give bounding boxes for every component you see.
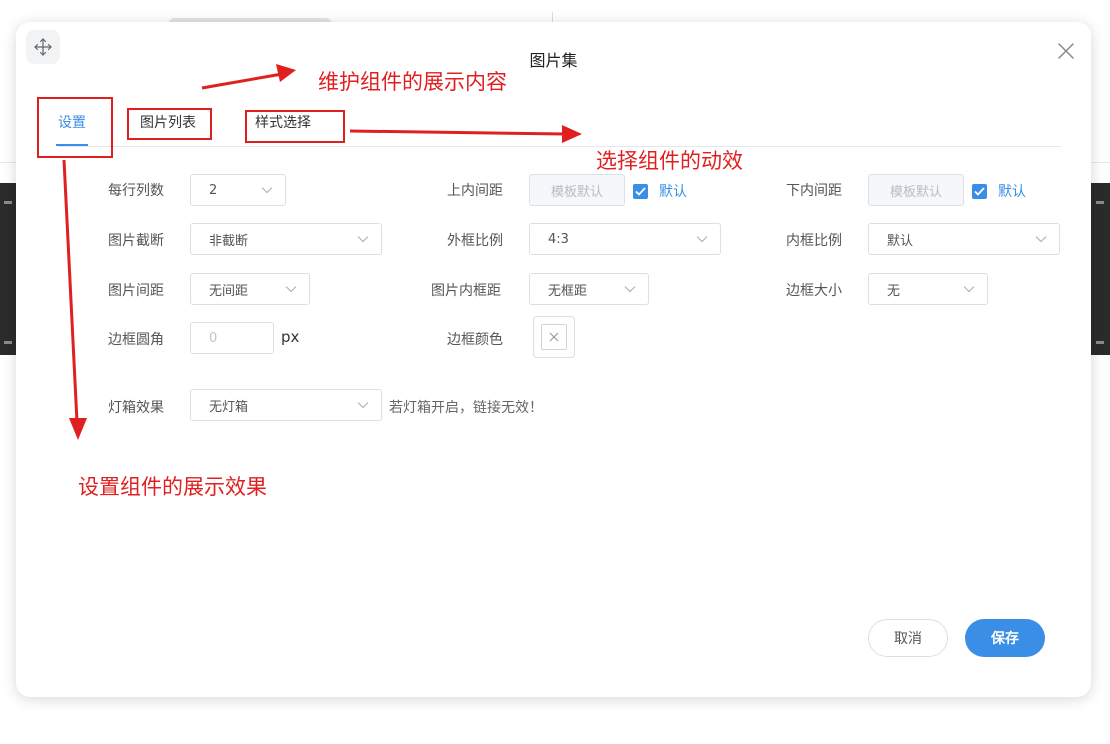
background-dark-panel-right xyxy=(1090,183,1110,355)
chevron-down-icon xyxy=(624,286,636,293)
lightbox-hint: 若灯箱开启，链接无效！ xyxy=(389,400,543,416)
bottom-padding-input[interactable]: 模板默认 xyxy=(868,174,964,206)
border-size-value: 无 xyxy=(887,283,901,299)
top-padding-input[interactable]: 模板默认 xyxy=(529,174,625,206)
annotation-image-list-note: 维护组件的展示内容 xyxy=(318,70,507,94)
inner-ratio-label: 内框比例 xyxy=(786,233,842,249)
close-button[interactable] xyxy=(1055,40,1077,62)
crop-label: 图片截断 xyxy=(108,233,164,249)
border-size-select[interactable]: 无 xyxy=(868,273,988,305)
radius-unit: px xyxy=(281,328,300,346)
radius-input[interactable]: 0 xyxy=(190,322,274,354)
bottom-default-checkbox[interactable]: 默认 xyxy=(972,181,1026,201)
chevron-down-icon xyxy=(963,286,975,293)
annotation-settings-note: 设置组件的展示效果 xyxy=(78,475,267,499)
annotation-box-image-list-tab xyxy=(127,108,212,140)
border-color-picker[interactable] xyxy=(533,316,575,358)
checkbox-checked-icon xyxy=(972,183,987,199)
lightbox-label: 灯箱效果 xyxy=(108,400,164,416)
bottom-padding-placeholder: 模板默认 xyxy=(889,184,942,200)
per-row-label: 每行列数 xyxy=(108,183,164,199)
chevron-down-icon xyxy=(357,402,369,409)
chevron-down-icon xyxy=(1035,236,1047,243)
chevron-down-icon xyxy=(261,187,273,194)
border-size-label: 边框大小 xyxy=(786,283,842,299)
save-button[interactable]: 保存 xyxy=(965,619,1045,657)
inner-padding-select[interactable]: 无框距 xyxy=(529,273,649,305)
inner-padding-value: 无框距 xyxy=(548,283,588,299)
per-row-value: 2 xyxy=(209,182,218,198)
crop-select[interactable]: 非截断 xyxy=(190,223,382,255)
radius-value: 0 xyxy=(209,330,218,346)
tab-underline xyxy=(58,146,1061,147)
checkbox-checked-icon xyxy=(633,183,648,199)
close-icon xyxy=(1058,43,1074,59)
outer-ratio-select[interactable]: 4:3 xyxy=(529,223,721,255)
inner-ratio-value: 默认 xyxy=(887,233,914,249)
background-dark-panel-left xyxy=(0,183,16,355)
top-padding-placeholder: 模板默认 xyxy=(550,184,603,200)
spacing-select[interactable]: 无间距 xyxy=(190,273,310,305)
close-icon xyxy=(549,332,559,342)
annotation-box-settings-tab xyxy=(37,97,113,158)
lightbox-value: 无灯箱 xyxy=(209,399,249,415)
spacing-label: 图片间距 xyxy=(108,283,164,299)
inner-padding-label: 图片内框距 xyxy=(431,283,501,299)
top-default-checkbox[interactable]: 默认 xyxy=(633,181,687,201)
bottom-padding-label: 下内间距 xyxy=(786,183,842,199)
annotation-style-note: 选择组件的动效 xyxy=(596,149,743,173)
per-row-select[interactable]: 2 xyxy=(190,174,286,206)
inner-ratio-select[interactable]: 默认 xyxy=(868,223,1060,255)
outer-ratio-label: 外框比例 xyxy=(447,233,503,249)
annotation-box-style-tab xyxy=(245,110,345,143)
crop-value: 非截断 xyxy=(209,233,249,249)
lightbox-select[interactable]: 无灯箱 xyxy=(190,389,382,421)
top-padding-label: 上内间距 xyxy=(447,183,503,199)
top-default-label: 默认 xyxy=(659,184,687,200)
chevron-down-icon xyxy=(285,286,297,293)
cancel-button[interactable]: 取消 xyxy=(868,619,948,657)
empty-color-swatch xyxy=(541,324,567,350)
chevron-down-icon xyxy=(696,236,708,243)
chevron-down-icon xyxy=(357,236,369,243)
radius-label: 边框圆角 xyxy=(108,332,164,348)
bottom-default-label: 默认 xyxy=(998,184,1026,200)
outer-ratio-value: 4:3 xyxy=(548,231,569,247)
border-color-label: 边框颜色 xyxy=(447,332,503,348)
dialog-title: 图片集 xyxy=(529,51,578,70)
spacing-value: 无间距 xyxy=(209,283,249,299)
